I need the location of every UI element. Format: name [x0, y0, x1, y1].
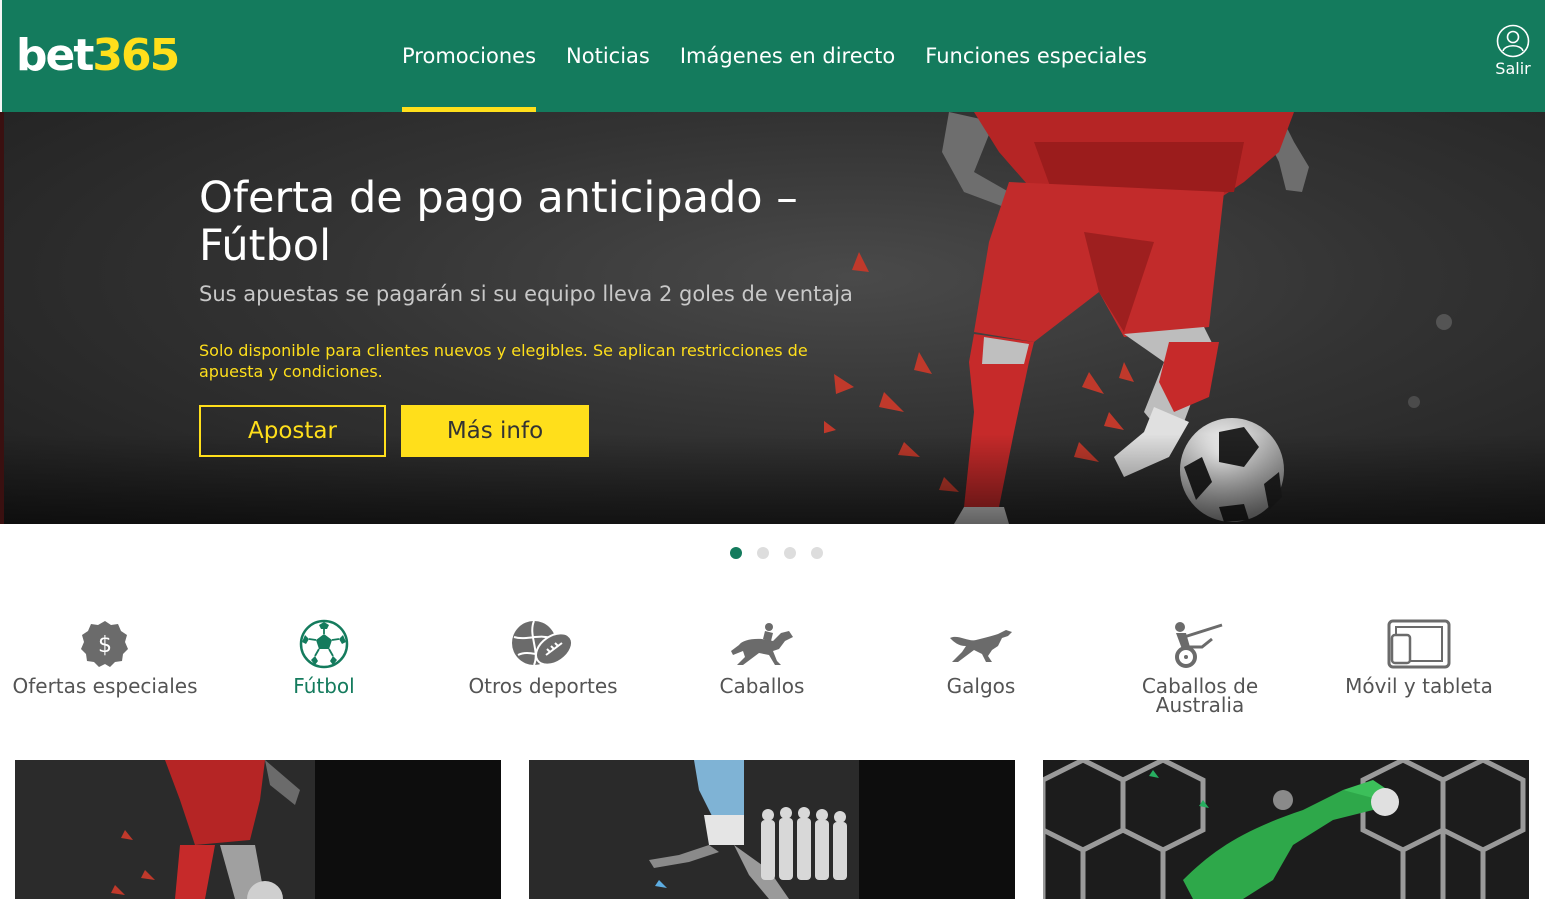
carousel-dot-4[interactable]	[811, 547, 823, 559]
category-label: Móvil y tableta	[1345, 674, 1493, 698]
nav-noticias[interactable]: Noticias	[566, 0, 650, 112]
category-movil-y-tableta[interactable]: Móvil y tableta	[1314, 615, 1524, 696]
nav-imagenes-en-directo[interactable]: Imágenes en directo	[680, 0, 895, 112]
promo-card-image	[529, 760, 1015, 899]
other-sports-icon	[512, 620, 574, 666]
horse-racing-icon	[731, 623, 793, 665]
hero-banner[interactable]: Oferta de pago anticipado – Fútbol Sus a…	[0, 112, 1545, 524]
carousel-dot-1[interactable]	[730, 547, 742, 559]
hero-terms: Solo disponible para clientes nuevos y e…	[199, 341, 808, 381]
category-caballos[interactable]: Caballos	[657, 615, 867, 696]
category-label: Caballos	[719, 674, 805, 698]
category-label: Fútbol	[293, 674, 355, 698]
logout-label: Salir	[1495, 59, 1531, 78]
mobile-tablet-icon	[1387, 619, 1451, 669]
nav-promociones[interactable]: Promociones	[402, 0, 537, 112]
user-icon	[1496, 24, 1530, 58]
carousel-indicators	[730, 547, 838, 559]
mas-info-button[interactable]: Más info	[401, 405, 589, 457]
category-galgos[interactable]: Galgos	[876, 615, 1086, 696]
promo-categories: $ Ofertas especiales Fútbol Otros deport…	[0, 615, 1545, 735]
harness-racing-icon	[1175, 622, 1223, 668]
nav-funciones-especiales[interactable]: Funciones especiales	[925, 0, 1147, 112]
hero-subtitle: Sus apuestas se pagarán si su equipo lle…	[199, 282, 853, 306]
top-header: bet365 Promociones Noticias Imágenes en …	[0, 0, 1545, 112]
dollar-badge-icon: $	[81, 621, 128, 667]
category-otros-deportes[interactable]: Otros deportes	[438, 615, 648, 696]
bet365-logo[interactable]: bet365	[16, 30, 180, 82]
carousel-dot-3[interactable]	[784, 547, 796, 559]
hero-title: Oferta de pago anticipado – Fútbol	[199, 173, 798, 271]
category-label: Otros deportes	[468, 674, 618, 698]
soccer-ball-icon	[299, 619, 349, 669]
category-label: Galgos	[946, 674, 1016, 698]
promo-card-2[interactable]	[529, 760, 1015, 899]
category-label: Ofertas especiales	[12, 674, 198, 698]
carousel-dot-2[interactable]	[757, 547, 769, 559]
logo-text-white: bet	[16, 30, 94, 81]
category-ofertas-especiales[interactable]: $ Ofertas especiales	[0, 615, 210, 696]
category-label: Caballos de Australia	[1141, 674, 1259, 717]
svg-text:$: $	[98, 633, 112, 658]
category-caballos-de-australia[interactable]: Caballos de Australia	[1095, 615, 1305, 715]
promo-card-image	[1043, 760, 1529, 899]
logout-button[interactable]: Salir	[1493, 24, 1533, 78]
greyhound-icon	[950, 630, 1012, 662]
main-nav: Promociones Noticias Imágenes en directo…	[402, 0, 1177, 112]
apostar-button[interactable]: Apostar	[199, 405, 386, 457]
promo-card-1[interactable]	[15, 760, 501, 899]
category-futbol[interactable]: Fútbol	[219, 615, 429, 696]
promo-card-3[interactable]	[1043, 760, 1529, 899]
promo-card-image	[15, 760, 501, 899]
logo-text-yellow: 365	[92, 30, 180, 81]
